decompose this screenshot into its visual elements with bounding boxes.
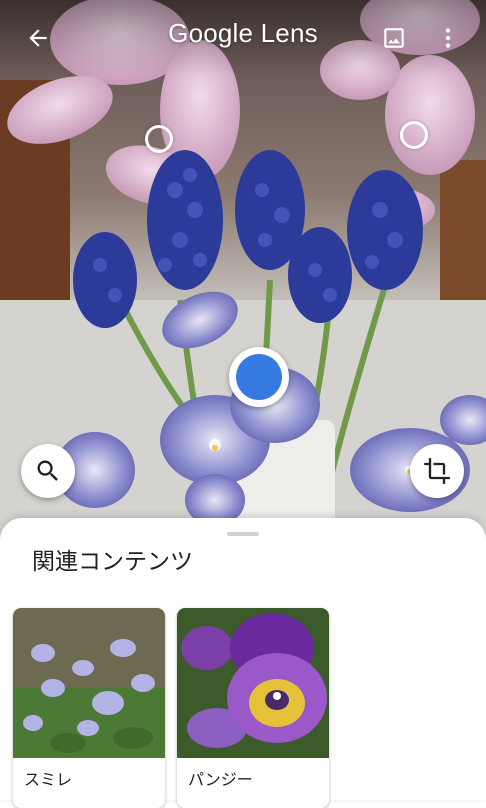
app-title-brand: Google [168, 18, 254, 48]
search-button[interactable] [21, 444, 75, 498]
result-card-label: スミレ [24, 770, 73, 789]
app-title-product: Lens [260, 18, 318, 48]
selected-object-dot-inner [236, 354, 282, 400]
camera-preview[interactable]: Google Lens [0, 0, 486, 560]
sheet-drag-handle[interactable] [227, 532, 259, 536]
crop-icon [424, 458, 450, 484]
result-card-label: パンジー [188, 770, 253, 789]
result-card-pansy[interactable]: パンジー [177, 608, 329, 808]
image-icon [384, 28, 404, 48]
result-thumbnail [13, 608, 165, 758]
search-icon [37, 460, 58, 481]
object-hotspot[interactable] [145, 125, 173, 153]
more-vert-icon [445, 28, 451, 48]
selected-object-dot[interactable] [229, 347, 289, 407]
results-sheet[interactable]: 関連コンテンツ スミレ パンジー [0, 518, 486, 808]
results-title: 関連コンテンツ [32, 549, 193, 575]
result-thumbnail [177, 608, 329, 758]
crop-button[interactable] [410, 444, 464, 498]
result-card-sumire[interactable]: スミレ [13, 608, 165, 808]
more-options-button[interactable] [428, 18, 468, 58]
gallery-button[interactable] [374, 18, 414, 58]
object-hotspot[interactable] [400, 121, 428, 149]
